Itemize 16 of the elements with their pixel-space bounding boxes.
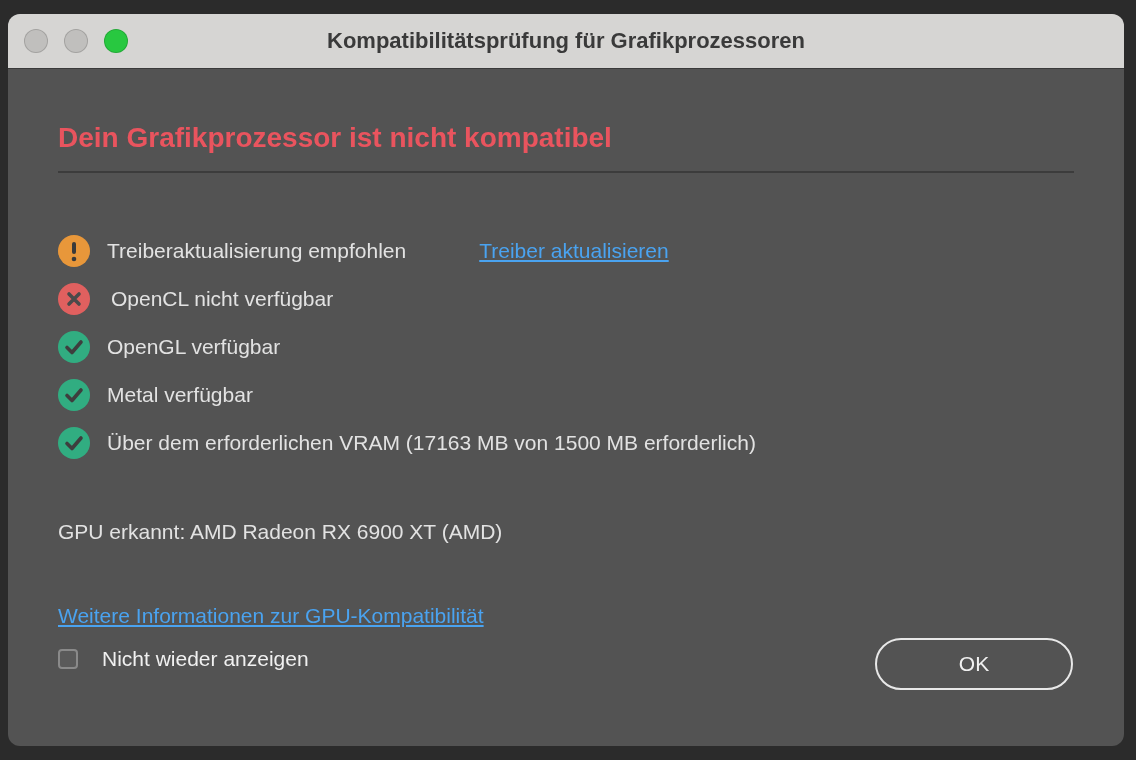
window-control[interactable] bbox=[24, 29, 48, 53]
window-control[interactable] bbox=[104, 29, 128, 53]
check-text: OpenGL verfügbar bbox=[107, 335, 281, 359]
check-text: Treiberaktualisierung empfohlen bbox=[107, 239, 407, 263]
check-text: Metal verfügbar bbox=[107, 383, 253, 407]
window-title: Kompatibilitätsprüfung für Grafikprozessoren bbox=[327, 28, 805, 54]
gpu-info: GPU erkannt: AMD Radeon RX 6900 XT (AMD) bbox=[58, 520, 503, 544]
update-link[interactable]: Treiber aktualisieren bbox=[479, 239, 669, 263]
check-text: OpenCL nicht verfügbar bbox=[111, 287, 334, 311]
error-heading: Dein Grafikprozessor ist nicht kompatibel bbox=[58, 122, 612, 154]
checkbox-label: Nicht wieder anzeigen bbox=[102, 647, 309, 671]
ok-button[interactable]: OK bbox=[875, 638, 1073, 690]
checkbox[interactable] bbox=[58, 649, 78, 669]
window-control[interactable] bbox=[64, 29, 88, 53]
info-link[interactable]: Weitere Informationen zur GPU-Kompatibilität bbox=[58, 604, 484, 628]
check-text: Über dem erforderlichen VRAM (17163 MB von 1500 MB erforderlich) bbox=[107, 431, 756, 455]
